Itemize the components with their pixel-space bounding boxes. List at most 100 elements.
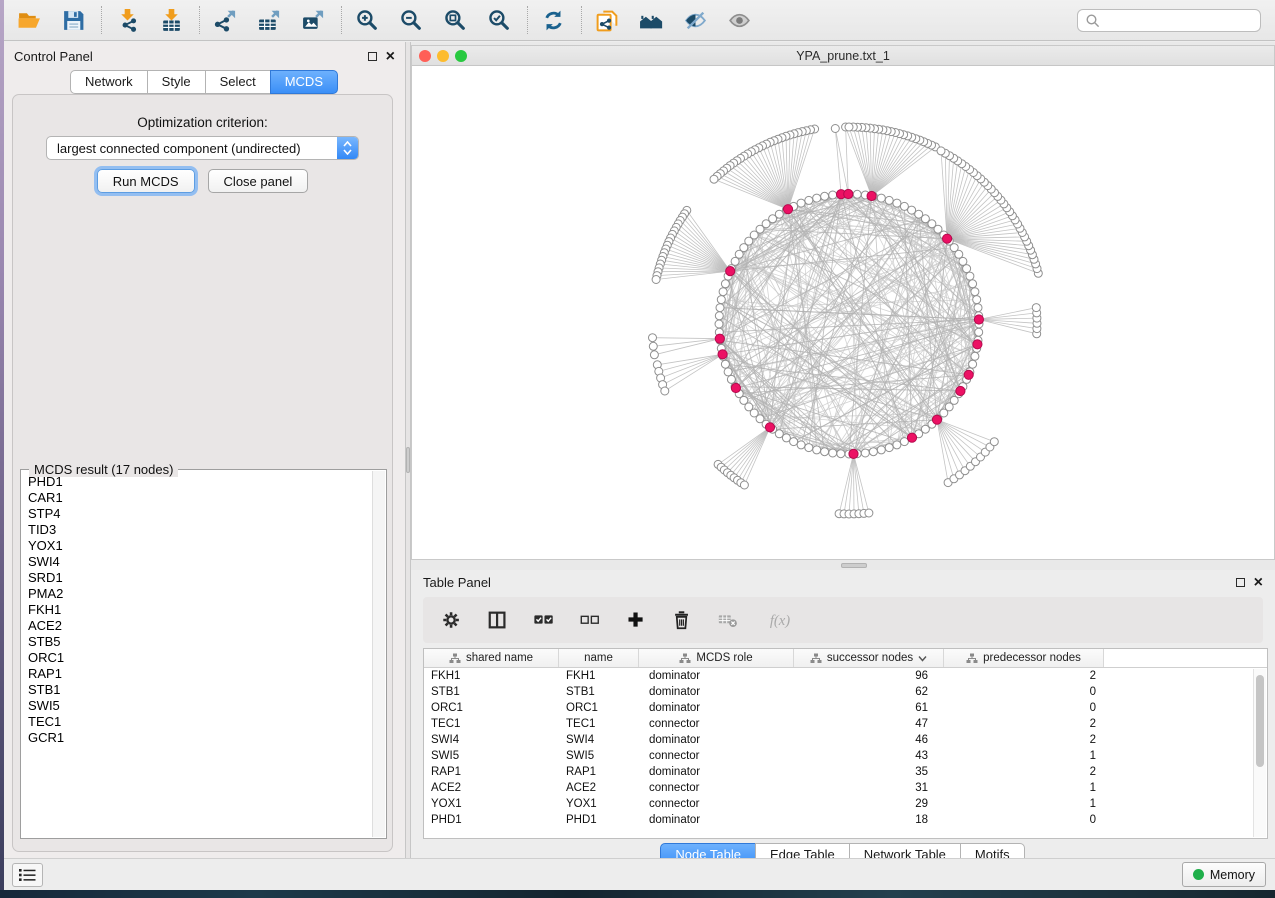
add-icon[interactable] bbox=[624, 608, 648, 632]
mcds-result-item[interactable]: TEC1 bbox=[21, 714, 372, 730]
optimization-criterion-label: Optimization criterion: bbox=[13, 115, 392, 130]
cell-predecessor_nodes: 1 bbox=[944, 798, 1104, 810]
cell-mcds_role: dominator bbox=[639, 814, 794, 826]
mcds-result-item[interactable]: PMA2 bbox=[21, 586, 372, 602]
deselect-all-icon[interactable] bbox=[578, 608, 602, 632]
column-header-predecessor-nodes[interactable]: predecessor nodes bbox=[944, 649, 1104, 667]
criterion-dropdown[interactable]: largest connected component (undirected) bbox=[46, 136, 359, 160]
tab-style[interactable]: Style bbox=[147, 70, 206, 94]
table-row[interactable]: PHD1PHD1dominator180 bbox=[424, 812, 1267, 828]
hide-selected-icon[interactable] bbox=[682, 7, 709, 34]
export-network-icon[interactable] bbox=[212, 7, 239, 34]
cell-name: SWI5 bbox=[559, 750, 639, 762]
result-scrollbar[interactable] bbox=[372, 471, 385, 837]
zoom-fit-icon[interactable] bbox=[442, 7, 469, 34]
tab-mcds[interactable]: MCDS bbox=[270, 70, 338, 94]
mcds-result-list: PHD1CAR1STP4TID3YOX1SWI4SRD1PMA2FKH1ACE2… bbox=[21, 474, 372, 836]
first-neighbors-icon[interactable] bbox=[638, 7, 665, 34]
search-input[interactable] bbox=[1105, 13, 1260, 27]
cell-successor_nodes: 46 bbox=[794, 734, 944, 746]
column-header-successor-nodes[interactable]: successor nodes bbox=[794, 649, 944, 667]
refresh-icon[interactable] bbox=[540, 7, 567, 34]
gear-icon[interactable] bbox=[440, 608, 464, 632]
mcds-result-item[interactable]: CAR1 bbox=[21, 490, 372, 506]
search-box[interactable] bbox=[1077, 9, 1261, 32]
table-row[interactable]: SWI5SWI5connector431 bbox=[424, 748, 1267, 764]
cell-predecessor_nodes: 2 bbox=[944, 734, 1104, 746]
close-panel-icon[interactable]: × bbox=[1254, 578, 1263, 588]
table-row[interactable]: RAP1RAP1dominator352 bbox=[424, 764, 1267, 780]
export-image-icon[interactable] bbox=[300, 7, 327, 34]
table-row[interactable]: ORC1ORC1dominator610 bbox=[424, 700, 1267, 716]
import-table-icon[interactable] bbox=[158, 7, 185, 34]
mcds-result-item[interactable]: TID3 bbox=[21, 522, 372, 538]
cell-name: FKH1 bbox=[559, 670, 639, 682]
cell-successor_nodes: 35 bbox=[794, 766, 944, 778]
mcds-result-item[interactable]: SWI5 bbox=[21, 698, 372, 714]
mcds-result-item[interactable]: STP4 bbox=[21, 506, 372, 522]
columns-icon[interactable] bbox=[486, 608, 510, 632]
mcds-result-item[interactable]: YOX1 bbox=[21, 538, 372, 554]
column-header-shared-name[interactable]: shared name bbox=[424, 649, 559, 667]
cell-mcds_role: dominator bbox=[639, 702, 794, 714]
cell-successor_nodes: 29 bbox=[794, 798, 944, 810]
task-history-button[interactable] bbox=[12, 863, 43, 887]
tab-network[interactable]: Network bbox=[70, 70, 148, 94]
table-row[interactable]: YOX1YOX1connector291 bbox=[424, 796, 1267, 812]
clone-network-icon[interactable] bbox=[594, 7, 621, 34]
close-panel-button[interactable]: Close panel bbox=[208, 169, 309, 193]
splitter-handle[interactable] bbox=[406, 447, 410, 473]
cell-predecessor_nodes: 2 bbox=[944, 718, 1104, 730]
mcds-result-item[interactable]: ACE2 bbox=[21, 618, 372, 634]
table-row[interactable]: STB1STB1dominator620 bbox=[424, 684, 1267, 700]
cell-predecessor_nodes: 0 bbox=[944, 814, 1104, 826]
cell-predecessor_nodes: 2 bbox=[944, 670, 1104, 682]
search-icon bbox=[1085, 13, 1100, 28]
save-icon[interactable] bbox=[60, 7, 87, 34]
zoom-selected-icon[interactable] bbox=[486, 7, 513, 34]
cell-name: ACE2 bbox=[559, 782, 639, 794]
mcds-result-item[interactable]: SWI4 bbox=[21, 554, 372, 570]
table-row[interactable]: SWI4SWI4dominator462 bbox=[424, 732, 1267, 748]
mcds-result-item[interactable]: SRD1 bbox=[21, 570, 372, 586]
table-row[interactable]: TEC1TEC1connector472 bbox=[424, 716, 1267, 732]
cell-successor_nodes: 31 bbox=[794, 782, 944, 794]
horizontal-splitter[interactable] bbox=[411, 562, 1275, 570]
float-panel-icon[interactable] bbox=[1236, 578, 1245, 587]
zoom-in-icon[interactable] bbox=[354, 7, 381, 34]
memory-button[interactable]: Memory bbox=[1182, 862, 1266, 887]
cell-predecessor_nodes: 1 bbox=[944, 750, 1104, 762]
cell-successor_nodes: 96 bbox=[794, 670, 944, 682]
import-network-icon[interactable] bbox=[114, 7, 141, 34]
open-folder-icon[interactable] bbox=[16, 7, 43, 34]
export-table-icon[interactable] bbox=[256, 7, 283, 34]
scrollbar-thumb[interactable] bbox=[1256, 675, 1264, 767]
table-body: FKH1FKH1dominator962STB1STB1dominator620… bbox=[424, 668, 1267, 828]
network-canvas[interactable] bbox=[412, 66, 1274, 559]
mcds-result-item[interactable]: GCR1 bbox=[21, 730, 372, 746]
table-scrollbar[interactable] bbox=[1253, 669, 1266, 837]
cell-predecessor_nodes: 2 bbox=[944, 766, 1104, 778]
column-header-MCDS-role[interactable]: MCDS role bbox=[639, 649, 794, 667]
mcds-result-item[interactable]: STB5 bbox=[21, 634, 372, 650]
table-toolbar: f(x) bbox=[423, 597, 1263, 643]
float-panel-icon[interactable] bbox=[368, 52, 377, 61]
mcds-result-item[interactable]: STB1 bbox=[21, 682, 372, 698]
mcds-result-item[interactable]: PHD1 bbox=[21, 474, 372, 490]
mcds-result-item[interactable]: RAP1 bbox=[21, 666, 372, 682]
mcds-result-box: MCDS result (17 nodes) PHD1CAR1STP4TID3Y… bbox=[20, 469, 387, 839]
zoom-out-icon[interactable] bbox=[398, 7, 425, 34]
run-mcds-button[interactable]: Run MCDS bbox=[97, 169, 195, 193]
mcds-result-item[interactable]: ORC1 bbox=[21, 650, 372, 666]
close-panel-icon[interactable]: × bbox=[386, 52, 395, 62]
select-all-icon[interactable] bbox=[532, 608, 556, 632]
mcds-result-item[interactable]: FKH1 bbox=[21, 602, 372, 618]
tab-select[interactable]: Select bbox=[205, 70, 271, 94]
table-row[interactable]: FKH1FKH1dominator962 bbox=[424, 668, 1267, 684]
delete-icon[interactable] bbox=[670, 608, 694, 632]
splitter-handle[interactable] bbox=[841, 563, 867, 568]
cell-successor_nodes: 62 bbox=[794, 686, 944, 698]
table-row[interactable]: ACE2ACE2connector311 bbox=[424, 780, 1267, 796]
column-header-name[interactable]: name bbox=[559, 649, 639, 667]
show-all-icon[interactable] bbox=[726, 7, 753, 34]
